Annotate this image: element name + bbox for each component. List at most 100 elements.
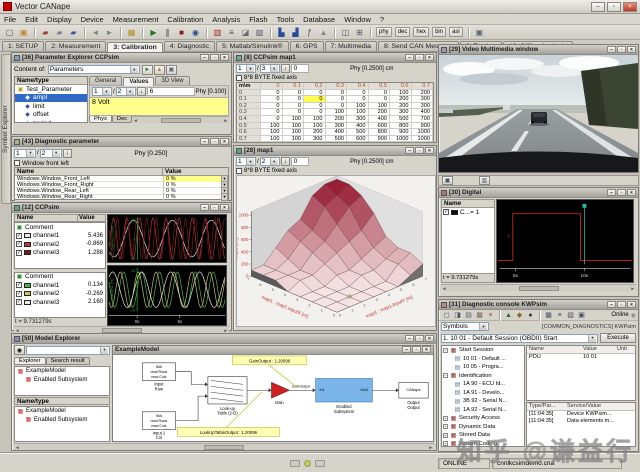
- expander-icon[interactable]: +: [443, 433, 448, 438]
- save-icon[interactable]: ▣: [442, 176, 453, 185]
- menu-item-window[interactable]: Window: [344, 15, 371, 24]
- channel-row[interactable]: ✓channel32.160: [15, 298, 105, 307]
- column-header[interactable]: 0: [261, 83, 283, 90]
- minimize-button[interactable]: –: [607, 189, 616, 196]
- map-cell[interactable]: 400: [326, 129, 348, 136]
- map-cell[interactable]: 0: [261, 90, 283, 97]
- list-icon[interactable]: ≡: [554, 310, 565, 320]
- scope-plot-2[interactable]: 100-10channel1 [%]0s5s: [107, 265, 227, 326]
- dropdown-arrow-icon[interactable]: ▾: [221, 193, 228, 201]
- column-header[interactable]: Value: [581, 346, 615, 353]
- map-cell[interactable]: 0: [261, 116, 283, 123]
- config-icon[interactable]: ▦: [474, 310, 485, 320]
- map-cell[interactable]: 0: [283, 96, 305, 103]
- model-tree-item[interactable]: ▦ExampleModel: [15, 407, 109, 416]
- maximize-button[interactable]: ▫: [210, 138, 219, 145]
- map-cell[interactable]: 100: [261, 123, 283, 130]
- column-header[interactable]: 0.7: [412, 83, 434, 90]
- channel-checkbox[interactable]: ✓: [16, 282, 22, 288]
- map-cell[interactable]: 200: [369, 109, 391, 116]
- simulink-diagram[interactable]: IMAread Rowsread ColsInputRowIMAread Row…: [113, 355, 433, 441]
- raw-value[interactable]: 0: [291, 157, 309, 166]
- close-button[interactable]: ×: [627, 301, 636, 308]
- model-tree-item[interactable]: ▦ExampleModel: [15, 367, 109, 376]
- service-item[interactable]: ▤10 01 - Default ...: [442, 355, 524, 364]
- digital-plot[interactable]: 15s10s: [496, 199, 634, 283]
- explorer-tab-searchresult[interactable]: Search result: [46, 357, 90, 365]
- map-cell[interactable]: 200: [390, 103, 412, 110]
- map-cell[interactable]: 100: [261, 129, 283, 136]
- checkbox[interactable]: [14, 160, 20, 166]
- value-cell[interactable]: 0 %: [163, 182, 221, 188]
- channel-row[interactable]: ✓channel10.134: [15, 281, 105, 290]
- row-header[interactable]: 0.3: [237, 109, 261, 116]
- parameter-value-field[interactable]: 8 Volt: [89, 97, 229, 116]
- nav-back-icon[interactable]: ◄: [89, 26, 102, 38]
- copy-icon[interactable]: ▣: [473, 26, 486, 38]
- map-cell[interactable]: 500: [390, 116, 412, 123]
- diag-param-row[interactable]: Windows.Window_Rear_Right0 %▾: [15, 195, 228, 201]
- chart-map-icon[interactable]: ▲: [317, 26, 330, 38]
- delete-icon[interactable]: ×: [485, 310, 496, 320]
- service-group[interactable]: +▦Stored Data: [442, 431, 524, 440]
- minimize-button[interactable]: –: [200, 204, 209, 211]
- dropdown-arrow-icon[interactable]: ▾: [130, 66, 138, 73]
- parameter-explorer-titlebar[interactable]: [36] Parameter Explorer CCPsim –▫×: [12, 53, 231, 63]
- maximize-button[interactable]: ▫: [210, 54, 219, 61]
- minimize-button[interactable]: –: [402, 346, 411, 353]
- dropdown-arrow-icon[interactable]: ▾: [270, 158, 278, 165]
- dropdown-arrow-icon[interactable]: ▾: [588, 335, 596, 342]
- map-cell[interactable]: 0: [261, 109, 283, 116]
- page-tab-5[interactable]: 5: Matlab/Simulink®: [216, 41, 289, 51]
- page-tab-1[interactable]: 1: SETUP: [2, 41, 44, 51]
- menu-item-file[interactable]: File: [4, 15, 16, 24]
- row-header[interactable]: 0.1: [237, 96, 261, 103]
- column-header[interactable]: 0.4: [347, 83, 369, 90]
- close-button[interactable]: ×: [220, 138, 229, 145]
- expander-icon[interactable]: +: [443, 424, 448, 429]
- map-cell[interactable]: 400: [369, 116, 391, 123]
- map-cell[interactable]: 800: [369, 129, 391, 136]
- menu-item-edit[interactable]: Edit: [25, 15, 38, 24]
- chart-fx-icon[interactable]: ƒ: [303, 26, 316, 38]
- menu-item-calibration[interactable]: Calibration: [167, 15, 203, 24]
- meas-start-icon[interactable]: ▶: [147, 26, 160, 38]
- channel-checkbox[interactable]: ✓: [16, 299, 22, 305]
- app-titlebar[interactable]: Vector CANape –▫×: [0, 0, 640, 14]
- row-header[interactable]: 0.2: [237, 103, 261, 110]
- map-cell[interactable]: 900: [390, 129, 412, 136]
- raw-value[interactable]: 0: [291, 64, 309, 73]
- value-cell[interactable]: 0 %: [163, 194, 221, 200]
- map-cell[interactable]: 0: [347, 96, 369, 103]
- close-button[interactable]: ×: [425, 335, 434, 342]
- map-cell[interactable]: 900: [412, 123, 434, 130]
- column-header[interactable]: Name: [527, 346, 581, 353]
- scope-titlebar[interactable]: [12] CCPsim –▫×: [12, 203, 231, 213]
- map-cell[interactable]: 200: [304, 129, 326, 136]
- map-cell[interactable]: 0: [261, 103, 283, 110]
- channel-row[interactable]: ✓channel31.288: [15, 249, 105, 258]
- content-of-combo[interactable]: Parameters▾: [48, 65, 140, 74]
- channel-checkbox[interactable]: ✓: [16, 250, 22, 256]
- column-header[interactable]: Unit: [615, 346, 635, 353]
- minimize-button[interactable]: –: [607, 301, 616, 308]
- column-header[interactable]: 0.1: [283, 83, 305, 90]
- map-cell[interactable]: 100: [347, 109, 369, 116]
- tree-item-offset[interactable]: ◆offset: [15, 111, 87, 120]
- maximize-button[interactable]: ▫: [415, 54, 424, 61]
- value-cell[interactable]: 0 %: [163, 176, 221, 182]
- map-cell[interactable]: 1000: [412, 136, 434, 143]
- meas-view-icon[interactable]: ◉: [189, 26, 202, 38]
- close-button[interactable]: ×: [425, 54, 434, 61]
- close-button[interactable]: ×: [627, 189, 636, 196]
- diag-param-titlebar[interactable]: [43] Diagnostic parameter –▫×: [12, 137, 231, 147]
- map-cell[interactable]: 0: [369, 90, 391, 97]
- map-cell[interactable]: 0: [347, 90, 369, 97]
- surface-plot[interactable]: 02004006008001000map1 [cm]01234567012345…: [236, 175, 436, 327]
- device-red-icon[interactable]: ▰: [39, 26, 52, 38]
- video-titlebar[interactable]: [29] Video Multimedia window –▫×: [439, 45, 638, 55]
- online-toggle[interactable]: Online◉: [611, 312, 636, 319]
- layout-icon[interactable]: ▥: [479, 176, 490, 185]
- search-icon[interactable]: ●: [525, 310, 536, 320]
- report-icon[interactable]: ▣: [576, 310, 587, 320]
